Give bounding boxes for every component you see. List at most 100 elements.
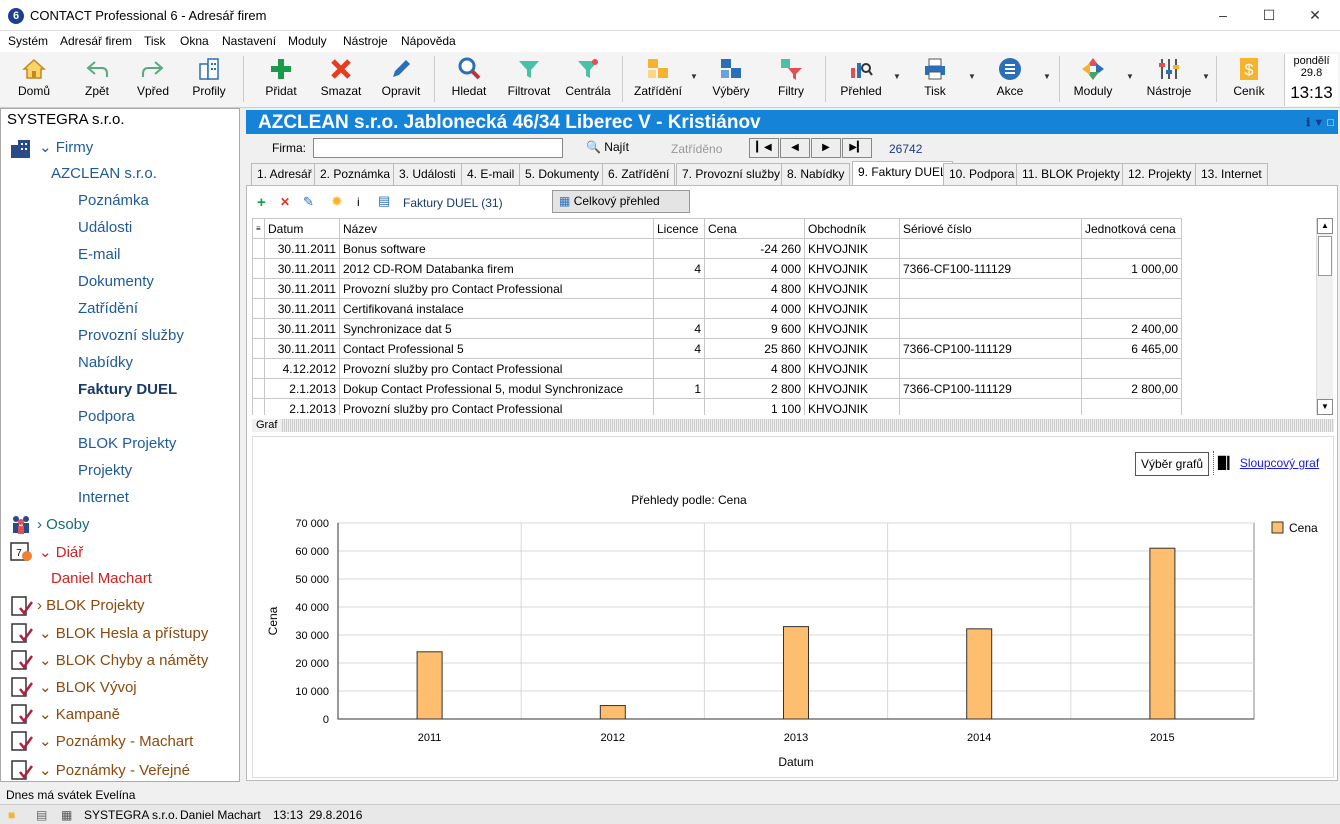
home-button[interactable]: Domů [8, 52, 60, 106]
tree-item-internet[interactable]: Internet [78, 489, 129, 506]
row-selector[interactable] [252, 278, 265, 299]
tree-blok-passwords[interactable]: ⌄ BLOK Hesla a přístupy [39, 624, 208, 642]
tree-item-email[interactable]: E-mail [78, 246, 121, 263]
table-row[interactable]: 30.11.2011 Bonus software -24 260 KHVOJNIK [252, 238, 1182, 259]
classify-dropdown-icon[interactable]: ▼ [690, 72, 698, 81]
col-header-serial[interactable]: Sériové číslo [899, 218, 1082, 239]
scroll-down-icon[interactable]: ▼ [1317, 399, 1333, 415]
prev-record-button[interactable]: ◀ [780, 138, 810, 158]
menu-help[interactable]: Nápověda [401, 34, 456, 48]
menu-system[interactable]: Systém [8, 34, 48, 48]
tree-item-classification[interactable]: Zatřídění [78, 300, 138, 317]
last-record-button[interactable]: ▶▎ [842, 138, 872, 158]
edit-button[interactable]: Opravit [376, 52, 426, 106]
selections-button[interactable]: Výběry [706, 52, 756, 106]
tree-firm-azclean[interactable]: AZCLEAN s.r.o. [51, 165, 157, 182]
menu-print[interactable]: Tisk [144, 34, 166, 48]
menu-modules[interactable]: Moduly [288, 34, 327, 48]
tree-notes-machart[interactable]: ⌄ Poznámky - Machart [39, 732, 193, 750]
search-button[interactable]: Hledat [444, 52, 494, 106]
print-button[interactable]: Tisk [912, 52, 958, 106]
tab-offers[interactable]: 8. Nabídky [781, 163, 851, 185]
overall-overview-button[interactable]: ▦ Celkový přehled [552, 190, 690, 213]
modules-dropdown-icon[interactable]: ▼ [1126, 72, 1134, 81]
tree-notes-public[interactable]: ⌄ Poznámky - Veřejné [39, 761, 190, 779]
tools-button[interactable]: Nástroje [1142, 52, 1196, 106]
header-controls[interactable]: ℹ ▼ □ [1306, 110, 1334, 136]
tree-company[interactable]: SYSTEGRA s.r.o. [7, 111, 125, 128]
table-row[interactable]: 30.11.2011 Contact Professional 5 4 25 860 K… [252, 338, 1182, 359]
col-header-licence[interactable]: Licence [653, 218, 705, 239]
row-selector[interactable] [252, 318, 265, 339]
actions-button[interactable]: Akce [986, 52, 1034, 106]
delete-row-icon[interactable]: ✕ [280, 195, 290, 209]
classify-button[interactable]: Zatřídění [630, 52, 686, 106]
filter-button[interactable]: Filtrovat [504, 52, 554, 106]
tree-campaigns[interactable]: ⌄ Kampaně [39, 705, 120, 723]
menu-windows[interactable]: Okna [180, 34, 209, 48]
tree-item-invoices-duel[interactable]: Faktury DUEL [78, 381, 177, 398]
modules-button[interactable]: Moduly [1068, 52, 1118, 106]
next-record-button[interactable]: ▶ [811, 138, 841, 158]
add-row-icon[interactable]: + [257, 194, 266, 211]
tree-diary[interactable]: ⌄ Diář [39, 543, 83, 561]
row-selector[interactable] [252, 358, 265, 379]
find-button[interactable]: 🔍 Najít [586, 140, 629, 154]
tab-address[interactable]: 1. Adresář [251, 163, 318, 185]
tab-events[interactable]: 3. Události [393, 163, 462, 185]
document-icon[interactable]: ▤ [36, 808, 47, 822]
pricelist-button[interactable]: $ Ceník [1224, 52, 1274, 106]
tools-dropdown-icon[interactable]: ▼ [1202, 72, 1210, 81]
row-selector[interactable] [252, 258, 265, 279]
tree-diary-user[interactable]: Daniel Machart [51, 570, 152, 587]
info-icon[interactable]: i [357, 195, 360, 209]
tree-item-documents[interactable]: Dokumenty [78, 273, 154, 290]
info-icon[interactable]: ℹ [1306, 117, 1310, 129]
close-icon[interactable]: ✕ [1292, 0, 1338, 31]
table-row[interactable]: 30.11.2011 2012 CD-ROM Databanka firem 4 4 … [252, 258, 1182, 279]
grid-corner[interactable]: ≡ [252, 218, 265, 239]
tree-blok-bugs[interactable]: ⌄ BLOK Chyby a náměty [39, 651, 208, 669]
pin-icon[interactable]: ▼ [1313, 117, 1324, 129]
row-selector[interactable] [252, 338, 265, 359]
tab-blok-projects[interactable]: 11. BLOK Projekty [1016, 163, 1126, 185]
delete-button[interactable]: Smazat [314, 52, 368, 106]
table-row[interactable]: 30.11.2011 Synchronizace dat 549 600 KHVOJ… [252, 318, 1182, 339]
tab-invoices-duel[interactable]: 9. Faktury DUEL [852, 161, 953, 185]
graph-splitter[interactable]: Graf [252, 419, 1334, 432]
tab-note[interactable]: 2. Poznámka [314, 163, 397, 185]
row-selector[interactable] [252, 238, 265, 259]
tree-blok-dev[interactable]: ⌄ BLOK Vývoj [39, 678, 137, 696]
forward-button[interactable]: Vpřed [128, 52, 178, 106]
tree-firms[interactable]: ⌄ Firmy [39, 138, 93, 156]
menu-settings[interactable]: Nastavení [222, 34, 276, 48]
tab-internet[interactable]: 13. Internet [1195, 163, 1268, 185]
table-row[interactable]: 30.11.2011 Certifikovaná instalace 4 000 KH… [252, 298, 1182, 319]
col-header-name[interactable]: Název [339, 218, 654, 239]
profiles-button[interactable]: Profily [184, 52, 234, 106]
overview-dropdown-icon[interactable]: ▼ [893, 72, 901, 81]
folder-icon[interactable]: ■ [8, 808, 15, 822]
central-button[interactable]: Centrála [562, 52, 614, 106]
tree-item-projects[interactable]: Projekty [78, 462, 132, 479]
maximize-icon[interactable]: ☐ [1246, 0, 1292, 31]
tab-projects[interactable]: 12. Projekty [1122, 163, 1198, 185]
tab-email[interactable]: 4. E-mail [461, 163, 521, 185]
minimize-icon[interactable]: – [1200, 0, 1246, 31]
tab-support[interactable]: 10. Podpora [943, 163, 1021, 185]
filters-button[interactable]: Filtry [766, 52, 816, 106]
scroll-thumb[interactable] [1318, 236, 1332, 276]
edit-row-icon[interactable]: ✎ [303, 194, 314, 210]
menu-address-book[interactable]: Adresář firem [60, 34, 132, 48]
tab-documents[interactable]: 5. Dokumenty [519, 163, 606, 185]
table-row[interactable]: 2.1.2013 Dokup Contact Professional 5, mo… [252, 378, 1182, 399]
tree-item-support[interactable]: Podpora [78, 408, 135, 425]
tree-item-note[interactable]: Poznámka [78, 192, 149, 209]
restore-icon[interactable]: □ [1327, 117, 1334, 129]
print-dropdown-icon[interactable]: ▼ [968, 72, 976, 81]
add-button[interactable]: Přidat [256, 52, 306, 106]
tree-item-offers[interactable]: Nabídky [78, 354, 133, 371]
table-row[interactable]: 30.11.2011 Provozní služby pro Contact Pr… [252, 278, 1182, 299]
first-record-button[interactable]: ▎◀ [749, 138, 779, 158]
tree-blok-projects[interactable]: › BLOK Projekty [37, 597, 145, 614]
